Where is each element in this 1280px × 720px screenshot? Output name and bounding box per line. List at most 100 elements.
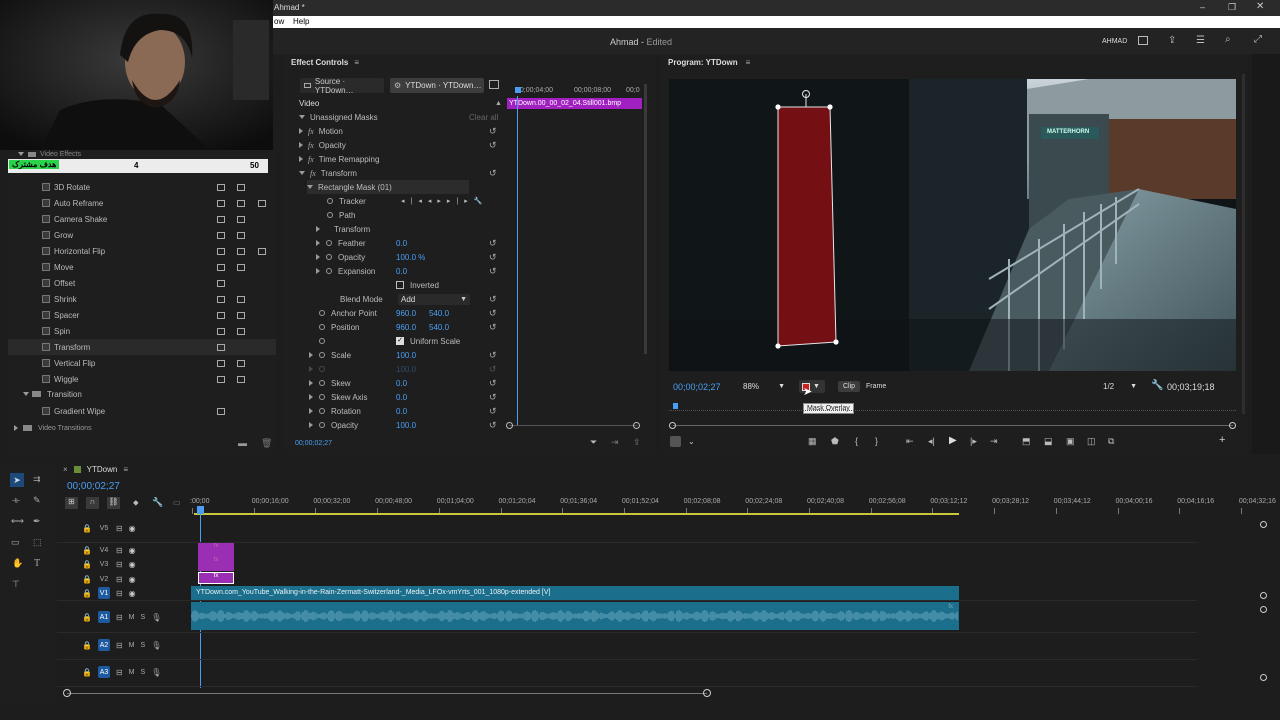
workspace-icon[interactable]: ☰ bbox=[1196, 35, 1205, 46]
h-scroll-right[interactable] bbox=[703, 689, 711, 697]
search-icon[interactable]: ⌕ bbox=[1225, 34, 1231, 45]
scroll-handle-right[interactable] bbox=[633, 422, 640, 429]
a1-clip[interactable]: fx bbox=[191, 602, 959, 630]
track-header-a2[interactable]: 🔒 A2 ⊟ M S 🎙 bbox=[82, 638, 161, 652]
skew-value[interactable]: 0.0 bbox=[396, 379, 407, 388]
blend-mode-select[interactable]: Add ▼ bbox=[398, 293, 470, 305]
opacity2-value[interactable]: 100.0 bbox=[396, 421, 416, 430]
stopwatch-icon[interactable] bbox=[319, 394, 325, 400]
sync-lock-icon[interactable]: ⊟ bbox=[116, 560, 123, 569]
mic-icon[interactable]: 🎙 bbox=[151, 668, 161, 677]
lock-icon[interactable]: 🔒 bbox=[82, 589, 92, 598]
ec-clip[interactable]: YTDown.00_00_02_04.Still001.bmp bbox=[507, 98, 642, 109]
track-header-v2[interactable]: 🔒 V2 ⊟ ◉ bbox=[82, 572, 136, 586]
eye-icon[interactable]: ◉ bbox=[129, 575, 136, 584]
type-tool-icon[interactable]: T bbox=[34, 558, 40, 569]
stopwatch-icon[interactable] bbox=[319, 324, 325, 330]
lock-icon[interactable]: 🔒 bbox=[82, 575, 92, 584]
solo-button[interactable]: S bbox=[141, 642, 146, 649]
rectangle-tool-icon[interactable]: ▭ bbox=[11, 537, 20, 548]
mute-button[interactable]: M bbox=[129, 614, 135, 621]
lock-icon[interactable]: 🔒 bbox=[82, 560, 92, 569]
sync-lock-icon[interactable]: ⊟ bbox=[116, 546, 123, 555]
position-x-value[interactable]: 960.0 bbox=[396, 323, 416, 332]
razor-icon[interactable]: ✎ bbox=[33, 495, 41, 506]
menu-icon[interactable]: ≡ bbox=[354, 58, 359, 67]
effect-item[interactable]: Vertical Flip bbox=[8, 355, 276, 371]
effect-item[interactable]: Grow bbox=[8, 227, 276, 243]
uniform-scale-checkbox[interactable]: ✓ bbox=[396, 337, 404, 345]
eye-icon[interactable]: ◉ bbox=[129, 589, 136, 598]
stopwatch-icon[interactable] bbox=[319, 380, 325, 386]
track-target[interactable]: A1 bbox=[97, 611, 110, 623]
anchor-x-value[interactable]: 960.0 bbox=[396, 309, 416, 318]
v4-clip[interactable]: fx bbox=[198, 543, 234, 557]
stopwatch-icon[interactable] bbox=[319, 352, 325, 358]
chevron-down-icon[interactable]: ⌄ bbox=[688, 437, 695, 446]
timeline-v-scroll-top[interactable] bbox=[1260, 521, 1267, 528]
fullscreen-icon[interactable]: ⤢ bbox=[1254, 34, 1262, 45]
sync-lock-icon[interactable]: ⊟ bbox=[116, 668, 123, 677]
sync-lock-icon[interactable]: ⊟ bbox=[116, 575, 123, 584]
reset-icon[interactable]: ↺ bbox=[489, 252, 501, 262]
mute-button[interactable]: M bbox=[129, 669, 135, 676]
go-to-in-icon[interactable]: ⇤ bbox=[906, 436, 914, 447]
solo-button[interactable]: S bbox=[141, 669, 146, 676]
track-target[interactable]: V5 bbox=[98, 522, 110, 534]
clip-button[interactable]: Clip bbox=[838, 381, 861, 392]
play-icon[interactable]: ▶ bbox=[949, 435, 957, 446]
motion-row[interactable]: fx Motion bbox=[299, 124, 505, 138]
captions-icon[interactable]: ▭ bbox=[173, 498, 181, 507]
inverted-checkbox[interactable] bbox=[396, 281, 404, 289]
effect-item[interactable]: Shrink bbox=[8, 291, 276, 307]
reset-icon[interactable]: ↺ bbox=[489, 406, 501, 416]
selection-tool-icon[interactable]: ➤ bbox=[10, 473, 24, 487]
wrench-icon[interactable]: 🔧 bbox=[152, 497, 163, 508]
comparison-view-icon[interactable]: ◫ bbox=[1087, 436, 1096, 447]
toggle-timeline-icon[interactable] bbox=[489, 80, 499, 89]
playhead-marker[interactable] bbox=[515, 87, 521, 93]
reset-icon[interactable]: ↺ bbox=[489, 378, 501, 388]
scroll-handle-left[interactable] bbox=[506, 422, 513, 429]
linked-selection-icon[interactable]: ⛓ bbox=[107, 497, 120, 509]
track-target[interactable]: V2 bbox=[98, 573, 110, 585]
minimize-icon[interactable]: – bbox=[1200, 2, 1205, 12]
effect-item[interactable]: Offset bbox=[8, 275, 276, 291]
user-name[interactable]: AHMAD bbox=[1102, 38, 1127, 45]
program-mini-ruler[interactable] bbox=[669, 403, 1236, 411]
stopwatch-icon[interactable] bbox=[327, 212, 333, 218]
track-target[interactable]: V3 bbox=[98, 558, 110, 570]
track-target[interactable]: A3 bbox=[97, 666, 110, 678]
add-button-icon[interactable]: + bbox=[1219, 434, 1225, 446]
folder-transition[interactable]: Transition bbox=[8, 387, 276, 401]
reset-icon[interactable]: ↺ bbox=[489, 168, 501, 178]
effect-item[interactable]: 3D Rotate bbox=[8, 179, 276, 195]
reset-icon[interactable]: ↺ bbox=[489, 266, 501, 276]
lock-icon[interactable]: 🔒 bbox=[82, 668, 92, 677]
snap-icon[interactable]: ∩ bbox=[86, 497, 99, 509]
effect-item[interactable]: Wiggle bbox=[8, 371, 276, 387]
in-point-icon[interactable]: { bbox=[855, 436, 858, 446]
mask-row[interactable]: Rectangle Mask (01) bbox=[307, 180, 469, 194]
program-timecode[interactable]: 00;00;02;27 bbox=[673, 382, 721, 392]
pen-tool-icon[interactable]: ✒ bbox=[33, 516, 41, 527]
reset-icon[interactable]: ↺ bbox=[489, 238, 501, 248]
step-forward-icon[interactable]: |▸ bbox=[970, 436, 977, 447]
stopwatch-icon[interactable] bbox=[326, 240, 332, 246]
menu-item-help[interactable]: Help bbox=[293, 17, 309, 26]
mic-icon[interactable]: 🎙 bbox=[151, 613, 161, 622]
effect-item[interactable]: Horizontal Flip bbox=[8, 243, 276, 259]
stopwatch-icon[interactable] bbox=[319, 310, 325, 316]
compare-icon[interactable]: ▦ bbox=[808, 436, 817, 447]
hand-tool-icon[interactable]: ✋ bbox=[12, 558, 23, 569]
share-icon[interactable]: ⇪ bbox=[633, 437, 641, 448]
transform-row[interactable]: fx Transform bbox=[299, 166, 505, 180]
reset-icon[interactable]: ↺ bbox=[489, 322, 501, 332]
lift-icon[interactable]: ⬒ bbox=[1022, 436, 1031, 447]
effect-item[interactable]: Move bbox=[8, 259, 276, 275]
tab-source[interactable]: Source · YTDown… bbox=[300, 77, 384, 95]
unassigned-masks-row[interactable]: Unassigned Masks Clear all bbox=[299, 110, 505, 124]
vertical-scroll[interactable] bbox=[1242, 74, 1245, 414]
camera-icon[interactable]: ▣ bbox=[1066, 436, 1075, 447]
close-icon[interactable]: × bbox=[63, 465, 68, 474]
